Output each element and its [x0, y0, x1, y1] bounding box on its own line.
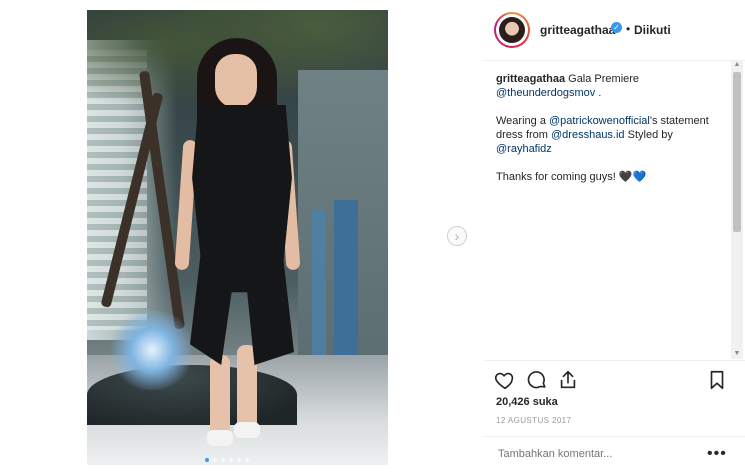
caption-text: . — [595, 87, 602, 99]
like-count-link[interactable]: 20,426 suka — [496, 396, 558, 408]
mention-link[interactable]: @theunderdogsmov — [496, 87, 595, 99]
mention-link[interactable]: @dresshaus.id — [551, 129, 625, 141]
carousel-dot — [237, 458, 241, 462]
share-icon — [560, 370, 576, 389]
header-separator: • — [626, 22, 631, 36]
username-link[interactable]: gritteagathaa — [540, 23, 615, 37]
carousel-dot-active — [205, 458, 209, 462]
caption-text: Styled by — [624, 129, 673, 141]
carousel-dot — [213, 458, 217, 462]
scroll-up-arrow-icon[interactable]: ▲ — [731, 60, 743, 70]
save-button[interactable] — [706, 369, 730, 393]
avatar-image — [496, 14, 528, 46]
photo-person-leg — [210, 355, 230, 440]
media-area: › — [0, 0, 484, 474]
comment-bubble-icon — [527, 371, 546, 389]
caption-paragraph-2: Wearing a @patrickowenofficial's stateme… — [496, 114, 711, 156]
caption-username-link[interactable]: gritteagathaa — [496, 73, 565, 85]
post-date: 12 AGUSTUS 2017 — [496, 416, 572, 425]
caption-paragraph-3: Thanks for coming guys! 🖤💙 — [496, 170, 711, 184]
post-caption: gritteagathaa Gala Premiere @theunderdog… — [496, 72, 711, 198]
caption-scrollbar[interactable]: ▲ ▼ — [731, 60, 743, 359]
mention-link[interactable]: @rayhafidz — [496, 143, 552, 155]
caption-text: Wearing a — [496, 115, 549, 127]
carousel-indicator — [205, 458, 249, 462]
chevron-right-icon: › — [454, 228, 460, 244]
caption-text: Thanks for coming guys! — [496, 171, 619, 183]
photo-black-dress — [190, 105, 294, 365]
follow-status-button[interactable]: Diikuti — [634, 23, 671, 37]
photo-blue-panel-small — [312, 210, 326, 360]
caption-text: Gala Premiere — [565, 73, 640, 85]
blue-heart-emoji: 💙 — [632, 171, 647, 183]
avatar[interactable] — [494, 12, 530, 48]
carousel-dot — [245, 458, 249, 462]
post-header: gritteagathaa ✓ • Diikuti — [484, 0, 745, 61]
avatar-photo — [499, 17, 525, 43]
post-photo[interactable] — [87, 10, 388, 465]
photo-shoe — [207, 430, 233, 446]
comment-bar: ••• — [484, 436, 745, 475]
carousel-dot — [221, 458, 225, 462]
comment-input[interactable] — [496, 447, 700, 461]
black-heart-emoji: 🖤 — [618, 171, 633, 183]
scrollbar-thumb[interactable] — [733, 72, 741, 232]
share-button[interactable] — [557, 369, 581, 393]
carousel-dot — [229, 458, 233, 462]
carousel-next-button[interactable]: › — [447, 226, 467, 246]
comment-button[interactable] — [526, 369, 550, 393]
photo-light-glow — [107, 310, 197, 390]
scroll-down-arrow-icon[interactable]: ▼ — [731, 349, 743, 359]
post-side-panel: gritteagathaa ✓ • Diikuti gritteagathaa … — [484, 0, 745, 474]
post-actions — [484, 360, 745, 391]
like-button[interactable] — [494, 369, 518, 393]
photo-person-face — [215, 54, 257, 108]
more-options-icon[interactable]: ••• — [707, 445, 727, 463]
mention-link[interactable]: @patrickowenofficial — [549, 115, 650, 127]
verified-badge-icon: ✓ — [611, 22, 622, 33]
heart-outline-icon — [494, 372, 514, 390]
photo-shoe — [234, 422, 260, 438]
caption-paragraph-1: gritteagathaa Gala Premiere @theunderdog… — [496, 72, 711, 100]
bookmark-icon — [710, 370, 724, 390]
photo-blue-panel — [334, 200, 358, 370]
